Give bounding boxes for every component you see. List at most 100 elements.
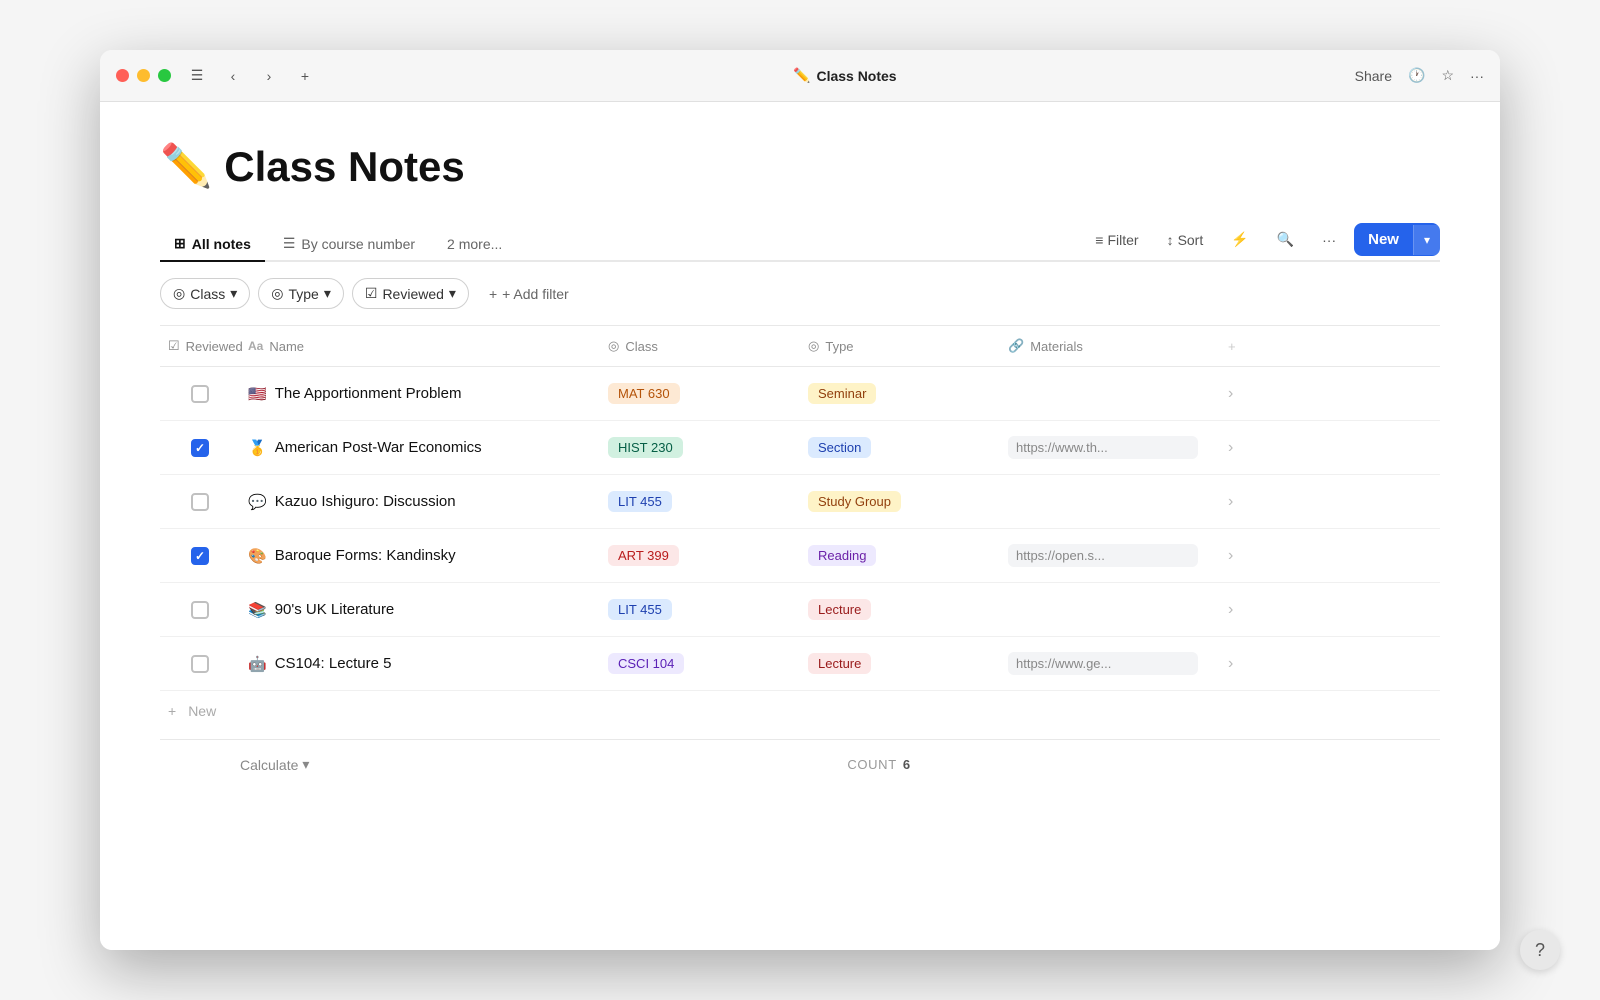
type-filter[interactable]: ◎ Type ▾ [258, 278, 344, 309]
more-options-button[interactable]: ··· [1470, 68, 1484, 84]
row-emoji-1: 🥇 [248, 439, 267, 457]
close-button[interactable] [116, 69, 129, 82]
help-button[interactable]: ? [1520, 930, 1560, 970]
class-cell-4[interactable]: LIT 455 [600, 591, 800, 628]
reviewed-cell-5[interactable] [160, 647, 240, 681]
filter-button[interactable]: ≡ Filter [1085, 226, 1148, 254]
type-cell-3[interactable]: Reading [800, 537, 1000, 574]
more-cell-2[interactable]: › [1220, 485, 1280, 519]
class-cell-0[interactable]: MAT 630 [600, 375, 800, 412]
row-more-icon-3[interactable]: › [1228, 547, 1233, 564]
type-cell-2[interactable]: Study Group [800, 483, 1000, 520]
more-actions-button[interactable]: ··· [1312, 226, 1346, 254]
table-row[interactable]: 🤖 CS104: Lecture 5 CSCI 104 Lecture http… [160, 637, 1440, 691]
checkbox-5[interactable] [191, 655, 209, 673]
tab-by-course[interactable]: ☰ By course number [269, 227, 429, 262]
reviewed-cell-3[interactable] [160, 539, 240, 573]
minimize-button[interactable] [137, 69, 150, 82]
sidebar-toggle-button[interactable]: ☰ [183, 62, 211, 90]
material-link[interactable]: https://www.th... [1008, 436, 1198, 459]
class-badge-5: CSCI 104 [608, 653, 684, 674]
table-body: 🇺🇸 The Apportionment Problem MAT 630 Sem… [160, 367, 1440, 691]
table-row[interactable]: 🇺🇸 The Apportionment Problem MAT 630 Sem… [160, 367, 1440, 421]
more-cell-0[interactable]: › [1220, 377, 1280, 411]
table-row[interactable]: 🎨 Baroque Forms: Kandinsky ART 399 Readi… [160, 529, 1440, 583]
type-cell-5[interactable]: Lecture [800, 645, 1000, 682]
col-header-reviewed[interactable]: ☑ Reviewed [160, 334, 240, 358]
col-header-more[interactable]: + [1220, 334, 1280, 358]
search-button[interactable]: 🔍 [1267, 225, 1304, 254]
class-cell-5[interactable]: CSCI 104 [600, 645, 800, 682]
materials-cell-0[interactable] [1000, 386, 1220, 402]
row-more-icon-0[interactable]: › [1228, 385, 1233, 402]
checkbox-2[interactable] [191, 493, 209, 511]
back-button[interactable]: ‹ [219, 62, 247, 90]
name-cell-2[interactable]: 💬 Kazuo Ishiguro: Discussion [240, 485, 600, 519]
class-filter[interactable]: ◎ Class ▾ [160, 278, 250, 309]
new-button-dropdown[interactable]: ▾ [1413, 225, 1440, 255]
material-link[interactable]: https://www.ge... [1008, 652, 1198, 675]
class-cell-2[interactable]: LIT 455 [600, 483, 800, 520]
table-row[interactable]: 💬 Kazuo Ishiguro: Discussion LIT 455 Stu… [160, 475, 1440, 529]
materials-cell-2[interactable] [1000, 494, 1220, 510]
reviewed-cell-0[interactable] [160, 377, 240, 411]
class-cell-1[interactable]: HIST 230 [600, 429, 800, 466]
type-cell-0[interactable]: Seminar [800, 375, 1000, 412]
more-cell-1[interactable]: › [1220, 431, 1280, 465]
reviewed-filter[interactable]: ☑ Reviewed ▾ [352, 278, 469, 309]
checkbox-1[interactable] [191, 439, 209, 457]
forward-button[interactable]: › [255, 62, 283, 90]
table-row[interactable]: 📚 90's UK Literature LIT 455 Lecture › [160, 583, 1440, 637]
material-link[interactable]: https://open.s... [1008, 544, 1198, 567]
maximize-button[interactable] [158, 69, 171, 82]
history-icon[interactable]: 🕐 [1408, 67, 1425, 84]
more-icon: ··· [1322, 232, 1336, 248]
name-cell-3[interactable]: 🎨 Baroque Forms: Kandinsky [240, 539, 600, 573]
type-cell-1[interactable]: Section [800, 429, 1000, 466]
name-cell-0[interactable]: 🇺🇸 The Apportionment Problem [240, 377, 600, 411]
row-more-icon-5[interactable]: › [1228, 655, 1233, 672]
checkbox-4[interactable] [191, 601, 209, 619]
more-cell-5[interactable]: › [1220, 647, 1280, 681]
calculate-button[interactable]: Calculate ▾ [232, 752, 317, 777]
new-button[interactable]: New ▾ [1354, 223, 1440, 256]
name-cell-4[interactable]: 📚 90's UK Literature [240, 593, 600, 627]
add-filter-button[interactable]: + + Add filter [477, 280, 581, 308]
name-cell-5[interactable]: 🤖 CS104: Lecture 5 [240, 647, 600, 681]
col-header-name[interactable]: Aa Name [240, 334, 600, 358]
share-button[interactable]: Share [1355, 68, 1392, 84]
sort-button[interactable]: ↕ Sort [1157, 226, 1214, 254]
add-new-row[interactable]: + New [160, 691, 1440, 731]
row-more-icon-4[interactable]: › [1228, 601, 1233, 618]
bookmark-icon[interactable]: ☆ [1441, 67, 1454, 84]
main-content: ✏️ Class Notes ⊞ All notes ☰ By course n… [100, 102, 1500, 950]
row-more-icon-1[interactable]: › [1228, 439, 1233, 456]
tab-more[interactable]: 2 more... [433, 228, 516, 262]
type-cell-4[interactable]: Lecture [800, 591, 1000, 628]
reviewed-cell-4[interactable] [160, 593, 240, 627]
col-header-type[interactable]: ◎ Type [800, 334, 1000, 358]
materials-cell-4[interactable] [1000, 602, 1220, 618]
checkbox-col-icon: ☑ [168, 338, 180, 354]
lightning-button[interactable]: ⚡ [1221, 225, 1258, 254]
name-cell-1[interactable]: 🥇 American Post-War Economics [240, 431, 600, 465]
titlebar-emoji: ✏️ [793, 67, 810, 84]
checkbox-3[interactable] [191, 547, 209, 565]
table-row[interactable]: 🥇 American Post-War Economics HIST 230 S… [160, 421, 1440, 475]
reviewed-cell-2[interactable] [160, 485, 240, 519]
checkbox-0[interactable] [191, 385, 209, 403]
class-cell-3[interactable]: ART 399 [600, 537, 800, 574]
tab-all-notes[interactable]: ⊞ All notes [160, 227, 265, 262]
add-page-button[interactable]: + [291, 62, 319, 90]
more-cell-4[interactable]: › [1220, 593, 1280, 627]
col-header-materials[interactable]: 🔗 Materials [1000, 334, 1220, 358]
reviewed-cell-1[interactable] [160, 431, 240, 465]
materials-cell-3[interactable]: https://open.s... [1000, 536, 1220, 575]
col-header-class[interactable]: ◎ Class [600, 334, 800, 358]
materials-cell-1[interactable]: https://www.th... [1000, 428, 1220, 467]
sort-label: Sort [1178, 232, 1204, 248]
row-more-icon-2[interactable]: › [1228, 493, 1233, 510]
materials-cell-5[interactable]: https://www.ge... [1000, 644, 1220, 683]
more-cell-3[interactable]: › [1220, 539, 1280, 573]
new-button-main[interactable]: New [1354, 223, 1413, 256]
